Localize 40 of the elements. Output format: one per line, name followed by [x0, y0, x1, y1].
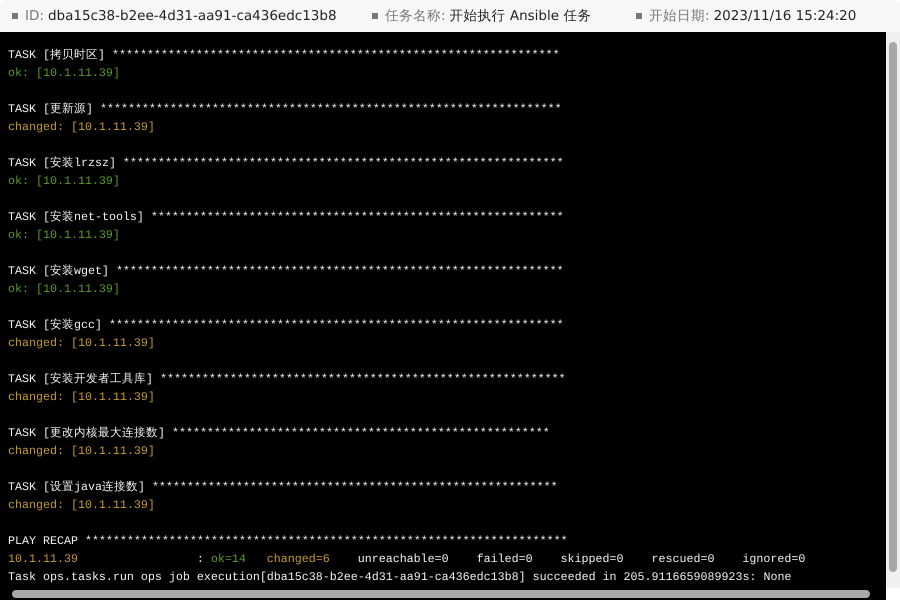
- task-result: ok: [10.1.11.39]: [8, 65, 121, 82]
- bullet-icon: [12, 13, 18, 19]
- task-header: TASK [安装开发者工具库] **********************************************************: [8, 371, 567, 388]
- field-label: ID:: [25, 8, 44, 24]
- task-result: changed: [10.1.11.39]: [8, 497, 156, 514]
- field-value: 2023/11/16 15:24:20: [714, 8, 856, 24]
- task-header: TASK [安装net-tools] ***********************************************************: [8, 209, 565, 226]
- field-value: 开始执行 Ansible 任务: [450, 7, 592, 25]
- recap-count: ignored=0: [742, 551, 806, 568]
- task-header: TASK [安装lrzsz] ***************************************************************: [8, 155, 565, 172]
- task-header: TASK [拷贝时区] ****************************************************************: [8, 47, 561, 64]
- field-value: dba15c38-b2ee-4d31-aa91-ca436edc13b8: [48, 8, 337, 24]
- recap-count: changed=6: [266, 551, 331, 568]
- vertical-scrollbar[interactable]: [886, 32, 900, 588]
- recap-count: unreachable=0: [358, 551, 450, 568]
- task-result: changed: [10.1.11.39]: [8, 389, 156, 406]
- task-header: TASK [更改内核最大连接数] ******************************************************: [8, 425, 551, 442]
- recap-header: PLAY RECAP *********************************************************************: [8, 533, 569, 550]
- log-line: Task ops.tasks.run ops job execution[dba15c38-b2ee-4d31-aa91-ca436edc13b8] succeeded in 205.9116659089923s: None: [8, 569, 792, 586]
- bullet-icon: [636, 13, 642, 19]
- task-header: TASK [设置java连接数] **********************************************************: [8, 479, 559, 496]
- task-header: TASK [更新源] ******************************************************************: [8, 101, 563, 118]
- recap-count: ok=14: [210, 551, 247, 568]
- bullet-icon: [372, 13, 378, 19]
- field-label: 任务名称:: [385, 7, 446, 25]
- recap-count: failed=0: [476, 551, 534, 568]
- task-result: ok: [10.1.11.39]: [8, 281, 121, 298]
- task-result: changed: [10.1.11.39]: [8, 443, 156, 460]
- task-result: ok: [10.1.11.39]: [8, 173, 121, 190]
- separator: :: [196, 551, 205, 568]
- recap-count: rescued=0: [651, 551, 716, 568]
- task-result: changed: [10.1.11.39]: [8, 119, 156, 136]
- task-header: TASK [安装gcc] *****************************************************************: [8, 317, 565, 334]
- task-result: ok: [10.1.11.39]: [8, 227, 121, 244]
- field-label: 开始日期:: [649, 7, 710, 25]
- host-name: 10.1.11.39: [8, 551, 79, 568]
- task-header: TASK [安装wget] ****************************************************************: [8, 263, 565, 280]
- horizontal-scrollbar[interactable]: [0, 588, 886, 600]
- recap-count: skipped=0: [560, 551, 625, 568]
- task-result: changed: [10.1.11.39]: [8, 335, 156, 352]
